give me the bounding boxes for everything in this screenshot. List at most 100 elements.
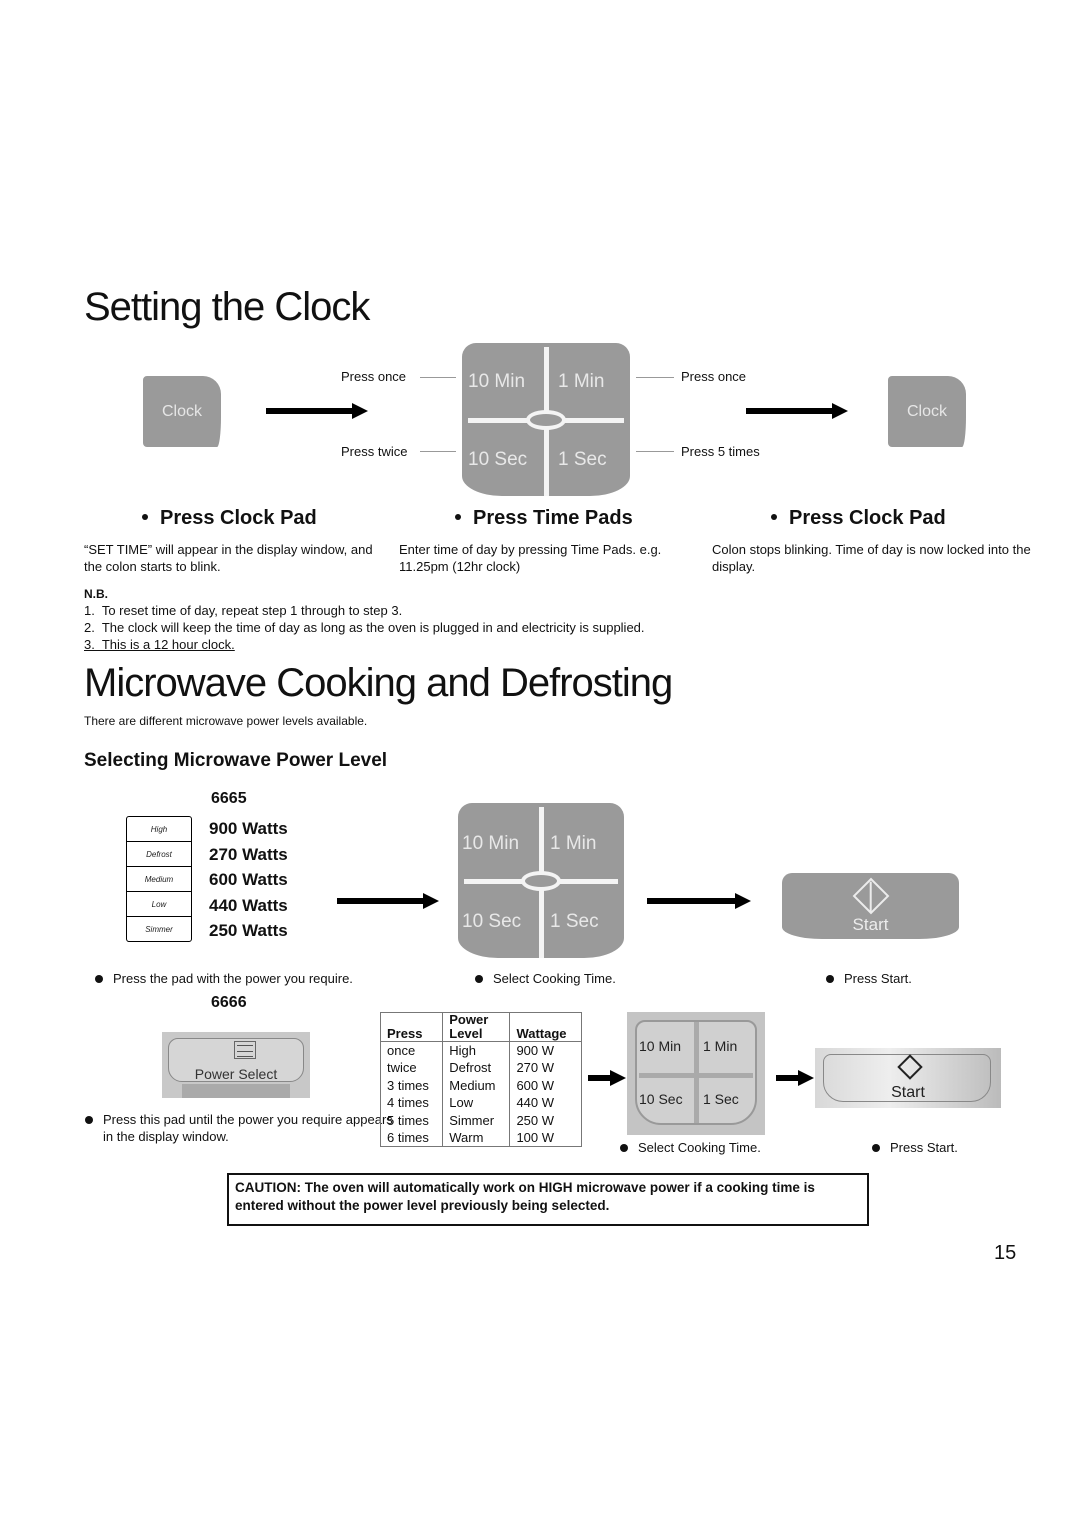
- nb-item-1: 1. To reset time of day, repeat step 1 t…: [84, 603, 403, 618]
- cell-press: twice: [387, 1060, 417, 1076]
- header-text: Level: [449, 1026, 483, 1041]
- arrow-icon: [746, 403, 848, 419]
- nb-item-3: 3. This is a 12 hour clock.: [84, 637, 235, 652]
- step1-desc: “SET TIME” will appear in the display wi…: [84, 542, 373, 574]
- pad-10-sec: 10 Sec: [462, 911, 522, 932]
- clock-pad-label: Clock: [906, 402, 947, 420]
- watts-list: 900 Watts 270 Watts 600 Watts 440 Watts …: [209, 816, 288, 944]
- model-6665-label: 6665: [211, 790, 247, 807]
- pad-10-min: 10 Min: [468, 371, 526, 392]
- table-header-row: Press Power Level Wattage: [380, 1012, 582, 1042]
- step1-title: Press Clock Pad: [142, 507, 317, 530]
- pad-10-min: 10 Min: [462, 833, 520, 854]
- start-pad-6666: Start: [815, 1048, 1001, 1108]
- step2-title-text: Press Time Pads: [473, 507, 633, 529]
- nb-label: N.B.: [84, 587, 108, 601]
- caption-select-time: Select Cooking Time.: [475, 970, 616, 987]
- step3-desc: Colon stops blinking. Time of day is now…: [712, 542, 1031, 574]
- arrow-icon: [337, 893, 439, 909]
- start-pad-6665: Start: [782, 873, 959, 939]
- cell-power-level: High: [442, 1041, 510, 1060]
- step3-title: Press Clock Pad: [771, 507, 946, 530]
- bullet-icon: [455, 513, 461, 520]
- leader-line: [420, 377, 456, 378]
- cell-power-level: Medium: [442, 1076, 510, 1095]
- cell-press: 5 times: [387, 1112, 429, 1128]
- header-power-level: Power Level: [442, 1012, 510, 1042]
- divider: [639, 1073, 753, 1078]
- caption-press-start: Press Start.: [826, 970, 912, 987]
- watts-270: 270 Watts: [209, 844, 288, 864]
- cell-press: once: [387, 1043, 416, 1058]
- section-title-microwave: Microwave Cooking and Defrosting: [84, 661, 673, 705]
- table-row: twice Defrost 270 W: [381, 1059, 582, 1077]
- nb-item-2: 2. The clock will keep the time of day a…: [84, 620, 645, 635]
- pad-1-sec: 1 Sec: [703, 1091, 739, 1107]
- cell-press: 6 times: [387, 1130, 429, 1146]
- caption-press-power-select: Press this pad until the power you requi…: [85, 1111, 398, 1145]
- cell-wattage: 100 W: [509, 1129, 582, 1147]
- center-ring: [521, 870, 561, 891]
- cell-wattage: 250 W: [509, 1111, 582, 1130]
- cell-press: 4 times: [387, 1095, 429, 1111]
- power-level-table: Press Power Level Wattage once High 900 Wtw…: [380, 1012, 582, 1148]
- level-button-defrost: Defrost: [127, 842, 191, 867]
- pad-1-min: 1 Min: [558, 371, 605, 392]
- header-text: Power: [449, 1012, 489, 1027]
- level-button-medium: Medium: [127, 867, 191, 892]
- clock-pad-step1: Clock: [143, 376, 221, 447]
- cell-wattage: 600 W: [509, 1076, 582, 1095]
- caption-press-start-6666: Press Start.: [872, 1139, 958, 1156]
- table-row: once High 900 W: [381, 1041, 582, 1060]
- cell-wattage: 440 W: [509, 1094, 582, 1112]
- step3-title-text: Press Clock Pad: [789, 507, 946, 529]
- step2-desc: Enter time of day by pressing Time Pads.…: [399, 542, 662, 574]
- table-row: 6 times Warm 100 W: [381, 1129, 582, 1147]
- page-number: 15: [994, 1242, 1017, 1264]
- caution-box: CAUTION: The oven will automatically wor…: [227, 1173, 869, 1226]
- arrow-icon: [647, 893, 751, 909]
- pad-1-min: 1 Min: [550, 833, 597, 854]
- start-label: Start: [891, 1084, 925, 1101]
- cell-power-level: Warm: [442, 1129, 510, 1147]
- caption-press-pad: Press the pad with the power you require…: [95, 970, 353, 987]
- level-button-high: High: [127, 817, 191, 842]
- start-diamond-icon: [852, 877, 889, 915]
- cell-power-level: Defrost: [442, 1059, 510, 1077]
- model-6666-label: 6666: [211, 994, 247, 1011]
- leader-line: [420, 451, 456, 452]
- table-row: 5 times Simmer 250 W: [381, 1111, 582, 1130]
- bullet-icon: [771, 513, 777, 520]
- clock-pad-label: Clock: [161, 402, 202, 420]
- pad-1-sec: 1 Sec: [558, 449, 607, 470]
- leader-line: [636, 377, 674, 378]
- callout-press-once-left: Press once: [341, 369, 407, 384]
- subsection-title: Selecting Microwave Power Level: [84, 750, 388, 771]
- time-pads-6666: 10 Min 1 Min 10 Sec 1 Sec: [627, 1012, 765, 1135]
- header-press: Press: [380, 1012, 443, 1042]
- cell-wattage: 900 W: [509, 1041, 582, 1060]
- cell-power-level: Simmer: [442, 1111, 510, 1130]
- step1-title-text: Press Clock Pad: [160, 507, 317, 529]
- pad-1-sec: 1 Sec: [550, 911, 599, 932]
- pad-1-min: 1 Min: [703, 1038, 738, 1054]
- wave-icon: [234, 1041, 256, 1059]
- arrow-icon: [266, 403, 368, 419]
- level-button-simmer: Simmer: [145, 924, 173, 934]
- callout-press-once-right: Press once: [681, 369, 747, 384]
- power-select-label: Power Select: [194, 1066, 278, 1082]
- cell-press: 3 times: [387, 1077, 429, 1093]
- pad-10-sec: 10 Sec: [639, 1091, 683, 1107]
- level-button-low: Low: [127, 892, 191, 917]
- table-row: 4 times Low 440 W: [381, 1094, 582, 1112]
- time-pads-6665: 10 Min 1 Min 10 Sec 1 Sec: [458, 803, 624, 958]
- clock-pad-step3: Clock: [888, 376, 966, 447]
- watts-600: 600 Watts: [209, 870, 288, 889]
- start-label: Start: [852, 915, 889, 934]
- cell-power-level: Low: [442, 1094, 510, 1112]
- time-pads-step2: 10 Min 1 Min 10 Sec 1 Sec: [462, 343, 630, 496]
- caption-select-time-6666: Select Cooking Time.: [620, 1139, 761, 1156]
- watts-440: 440 Watts: [209, 895, 288, 915]
- arrow-icon: [776, 1070, 814, 1086]
- cell-wattage: 270 W: [509, 1059, 582, 1077]
